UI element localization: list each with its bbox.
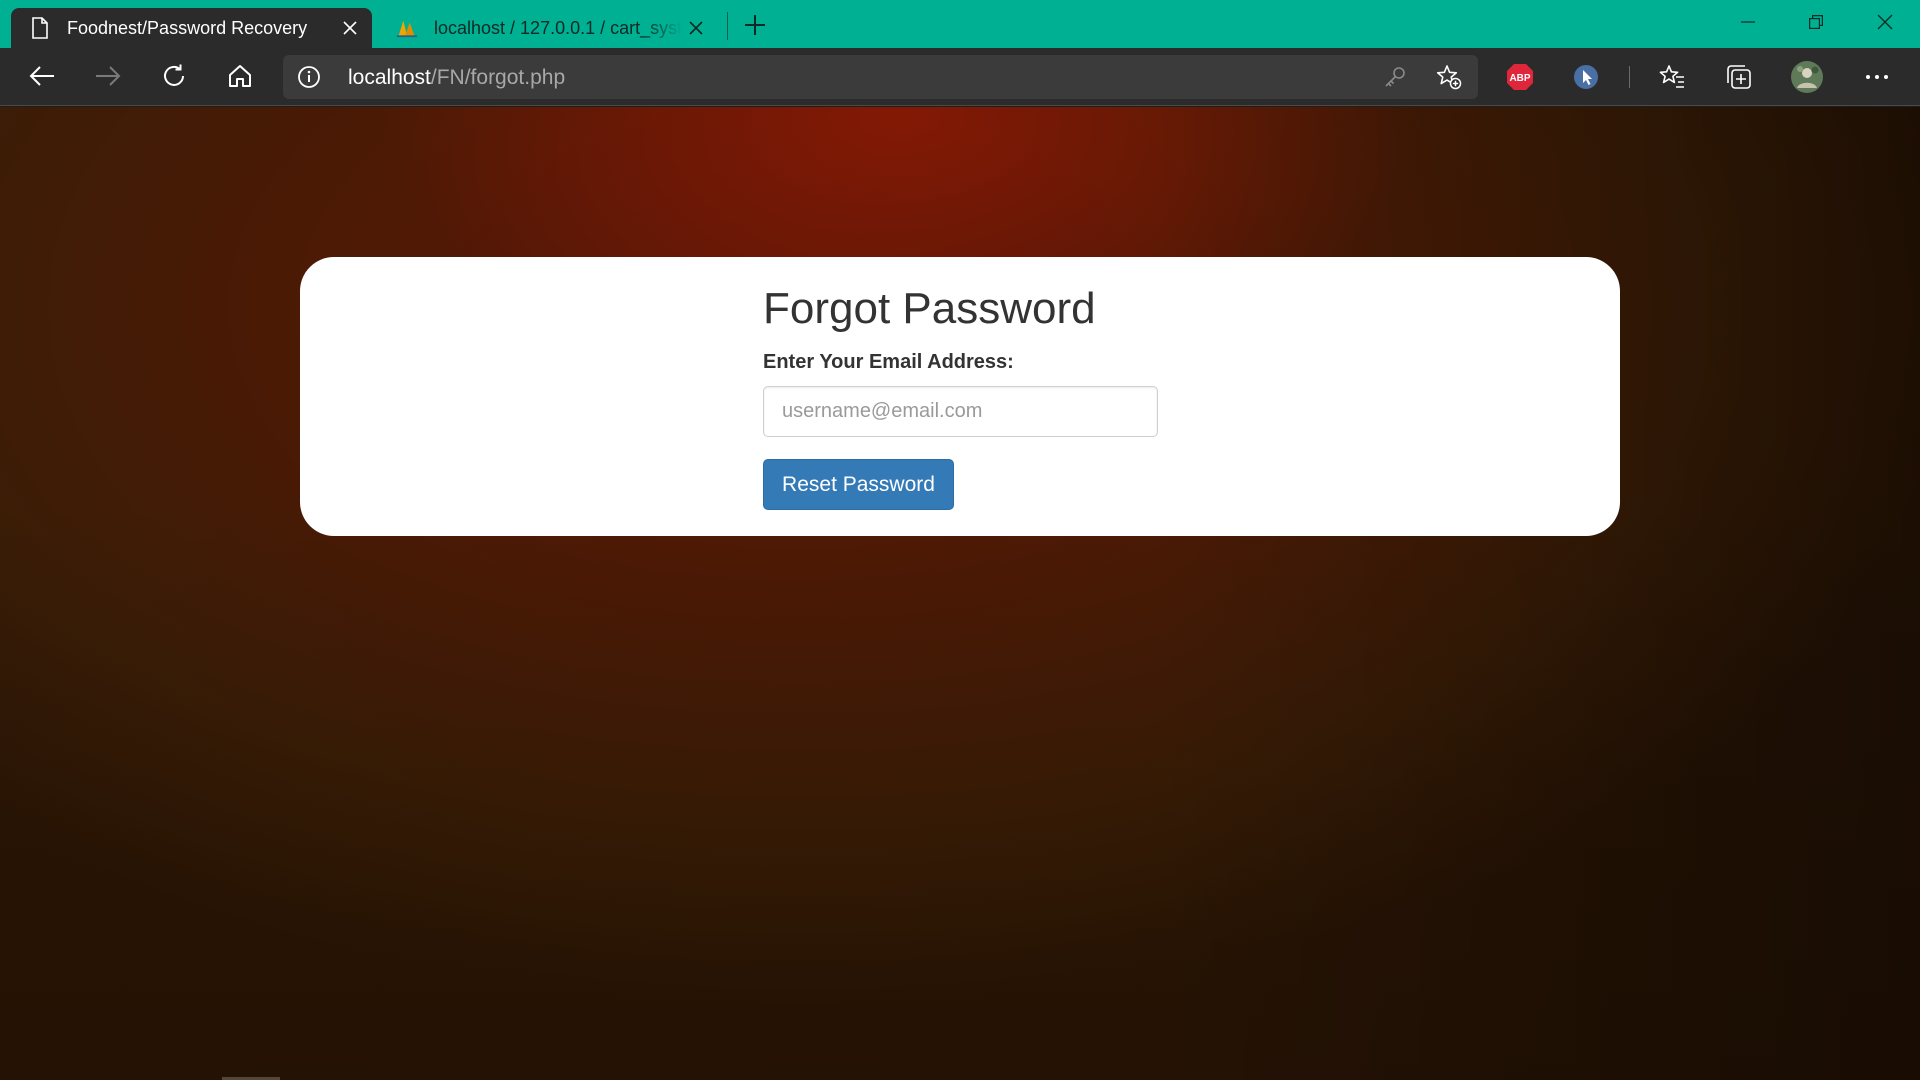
- svg-text:ABP: ABP: [1509, 73, 1530, 84]
- tab-phpmyadmin[interactable]: localhost / 127.0.0.1 / cart_system: [378, 8, 718, 48]
- tab-title: localhost / 127.0.0.1 / cart_system: [434, 17, 682, 38]
- adblock-plus-extension[interactable]: ABP: [1503, 60, 1537, 94]
- page-background: Forgot Password Enter Your Email Address…: [0, 107, 1920, 1080]
- back-button[interactable]: [22, 56, 62, 96]
- address-bar[interactable]: localhost/FN/forgot.php: [283, 55, 1478, 99]
- forgot-password-card: Forgot Password Enter Your Email Address…: [300, 257, 1620, 536]
- close-icon: [1877, 14, 1893, 30]
- browser-toolbar: localhost/FN/forgot.php ABP: [0, 48, 1920, 106]
- key-icon[interactable]: [1380, 62, 1410, 92]
- home-button[interactable]: [220, 56, 260, 96]
- toolbar-divider: [1629, 66, 1630, 88]
- refresh-icon: [164, 64, 184, 86]
- favorites-icon: [1659, 65, 1684, 88]
- restore-button[interactable]: [1782, 0, 1850, 44]
- phpmyadmin-icon: [396, 17, 418, 39]
- settings-more-button[interactable]: [1860, 60, 1894, 94]
- page-title: Forgot Password: [763, 284, 1096, 333]
- home-icon: [229, 65, 251, 87]
- back-arrow-icon: [29, 66, 54, 86]
- cursor-extension[interactable]: [1569, 60, 1603, 94]
- close-tab-icon[interactable]: [682, 14, 710, 42]
- forward-arrow-icon: [96, 66, 121, 86]
- site-info-icon[interactable]: [297, 65, 321, 89]
- tab-password-recovery[interactable]: Foodnest/Password Recovery: [11, 8, 372, 48]
- profile-avatar[interactable]: [1790, 60, 1824, 94]
- forward-button[interactable]: [88, 56, 128, 96]
- close-tab-icon[interactable]: [336, 14, 364, 42]
- tab-divider: [727, 12, 728, 40]
- collections-button[interactable]: [1722, 60, 1756, 94]
- email-field[interactable]: [763, 386, 1158, 438]
- url-text[interactable]: localhost/FN/forgot.php: [348, 66, 565, 90]
- plus-icon: [745, 15, 765, 35]
- collections-icon: [1727, 65, 1751, 89]
- minimize-icon: [1741, 21, 1755, 23]
- adblock-plus-icon: ABP: [1507, 64, 1533, 90]
- email-label: Enter Your Email Address:: [763, 351, 1014, 374]
- more-icon: [1866, 75, 1888, 79]
- minimize-button[interactable]: [1714, 0, 1782, 44]
- refresh-button[interactable]: [154, 56, 194, 96]
- browser-title-bar: Foodnest/Password Recovery localhost / 1…: [0, 0, 1920, 48]
- forgot-password-form: Forgot Password Enter Your Email Address…: [763, 284, 1163, 511]
- restore-icon: [1809, 15, 1823, 29]
- cursor-extension-icon: [1574, 65, 1598, 89]
- close-window-button[interactable]: [1851, 0, 1919, 44]
- favorites-button[interactable]: [1655, 60, 1689, 94]
- avatar-icon: [1791, 61, 1823, 93]
- page-icon: [29, 17, 51, 39]
- new-tab-button[interactable]: [738, 8, 772, 42]
- add-favorite-icon[interactable]: [1434, 62, 1464, 92]
- reset-password-button[interactable]: Reset Password: [763, 459, 954, 511]
- tab-title: Foodnest/Password Recovery: [67, 17, 308, 38]
